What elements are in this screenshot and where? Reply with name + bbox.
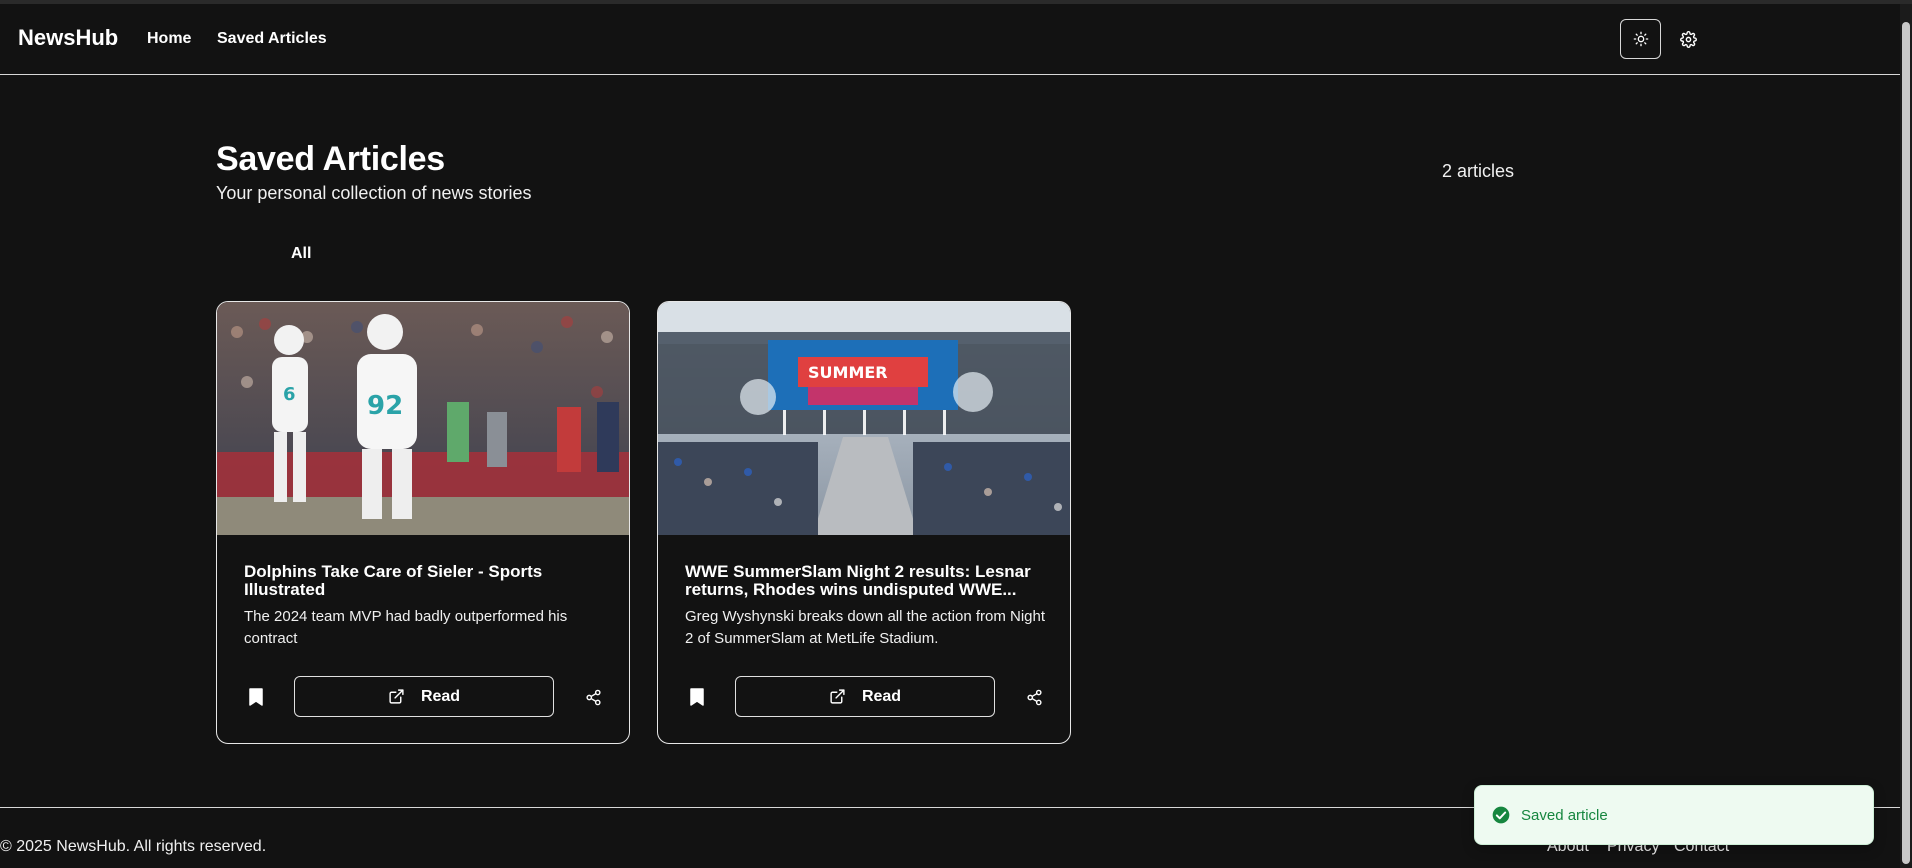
settings-button[interactable] [1668, 19, 1708, 59]
toast-message: Saved article [1521, 806, 1608, 824]
page-title: Saved Articles [216, 140, 445, 178]
footer-copyright: © 2025 NewsHub. All rights reserved. [0, 838, 267, 855]
article-card: SUMMER WWE SummerSlam Night 2 results: L… [657, 301, 1071, 744]
page-subtitle: Your personal collection of news stories [216, 183, 532, 203]
nav-home[interactable]: Home [147, 30, 191, 48]
vertical-scrollbar[interactable] [1900, 4, 1912, 868]
bookmark-icon [690, 688, 704, 706]
svg-text:92: 92 [367, 391, 403, 421]
scrollbar-thumb[interactable] [1902, 22, 1910, 864]
external-link-icon [389, 689, 404, 704]
nav-saved-articles[interactable]: Saved Articles [217, 30, 327, 48]
stadium-photo: SUMMER [658, 302, 1070, 535]
bookmark-button[interactable] [688, 686, 706, 708]
article-count: 2 articles [1442, 161, 1515, 181]
article-card: 6 92 Dolphins Take Care of Sieler - Spor… [216, 301, 630, 744]
article-title[interactable]: WWE SummerSlam Night 2 results: Lesnar r… [685, 563, 1045, 599]
sun-icon [1633, 31, 1648, 47]
read-button[interactable]: Read [735, 676, 995, 717]
football-photo: 6 92 [217, 302, 629, 535]
check-circle-icon [1492, 806, 1510, 824]
read-button[interactable]: Read [294, 676, 554, 717]
svg-text:6: 6 [283, 384, 296, 405]
theme-toggle-button[interactable] [1620, 19, 1661, 59]
gear-icon [1679, 30, 1697, 48]
read-button-label: Read [861, 687, 902, 705]
share-button[interactable] [582, 686, 604, 708]
top-navbar: NewsHub Home Saved Articles [0, 4, 1900, 75]
share-icon [585, 689, 601, 705]
external-link-icon [830, 689, 845, 704]
share-button[interactable] [1023, 686, 1045, 708]
article-description: Greg Wyshynski breaks down all the actio… [685, 608, 1046, 647]
bookmark-button[interactable] [247, 686, 265, 708]
svg-text:SUMMER: SUMMER [808, 363, 888, 382]
read-button-label: Read [420, 687, 461, 705]
bookmark-icon [249, 688, 263, 706]
share-icon [1026, 689, 1042, 705]
article-title[interactable]: Dolphins Take Care of Sieler - Sports Il… [244, 563, 604, 599]
brand-logo[interactable]: NewsHub [18, 25, 118, 51]
article-description: The 2024 team MVP had badly outperformed… [244, 608, 568, 647]
article-image[interactable]: 6 92 [217, 302, 629, 535]
article-image[interactable]: SUMMER [658, 302, 1070, 535]
filter-tab-all[interactable]: All [291, 245, 311, 263]
toast-notification: Saved article [1474, 785, 1874, 845]
